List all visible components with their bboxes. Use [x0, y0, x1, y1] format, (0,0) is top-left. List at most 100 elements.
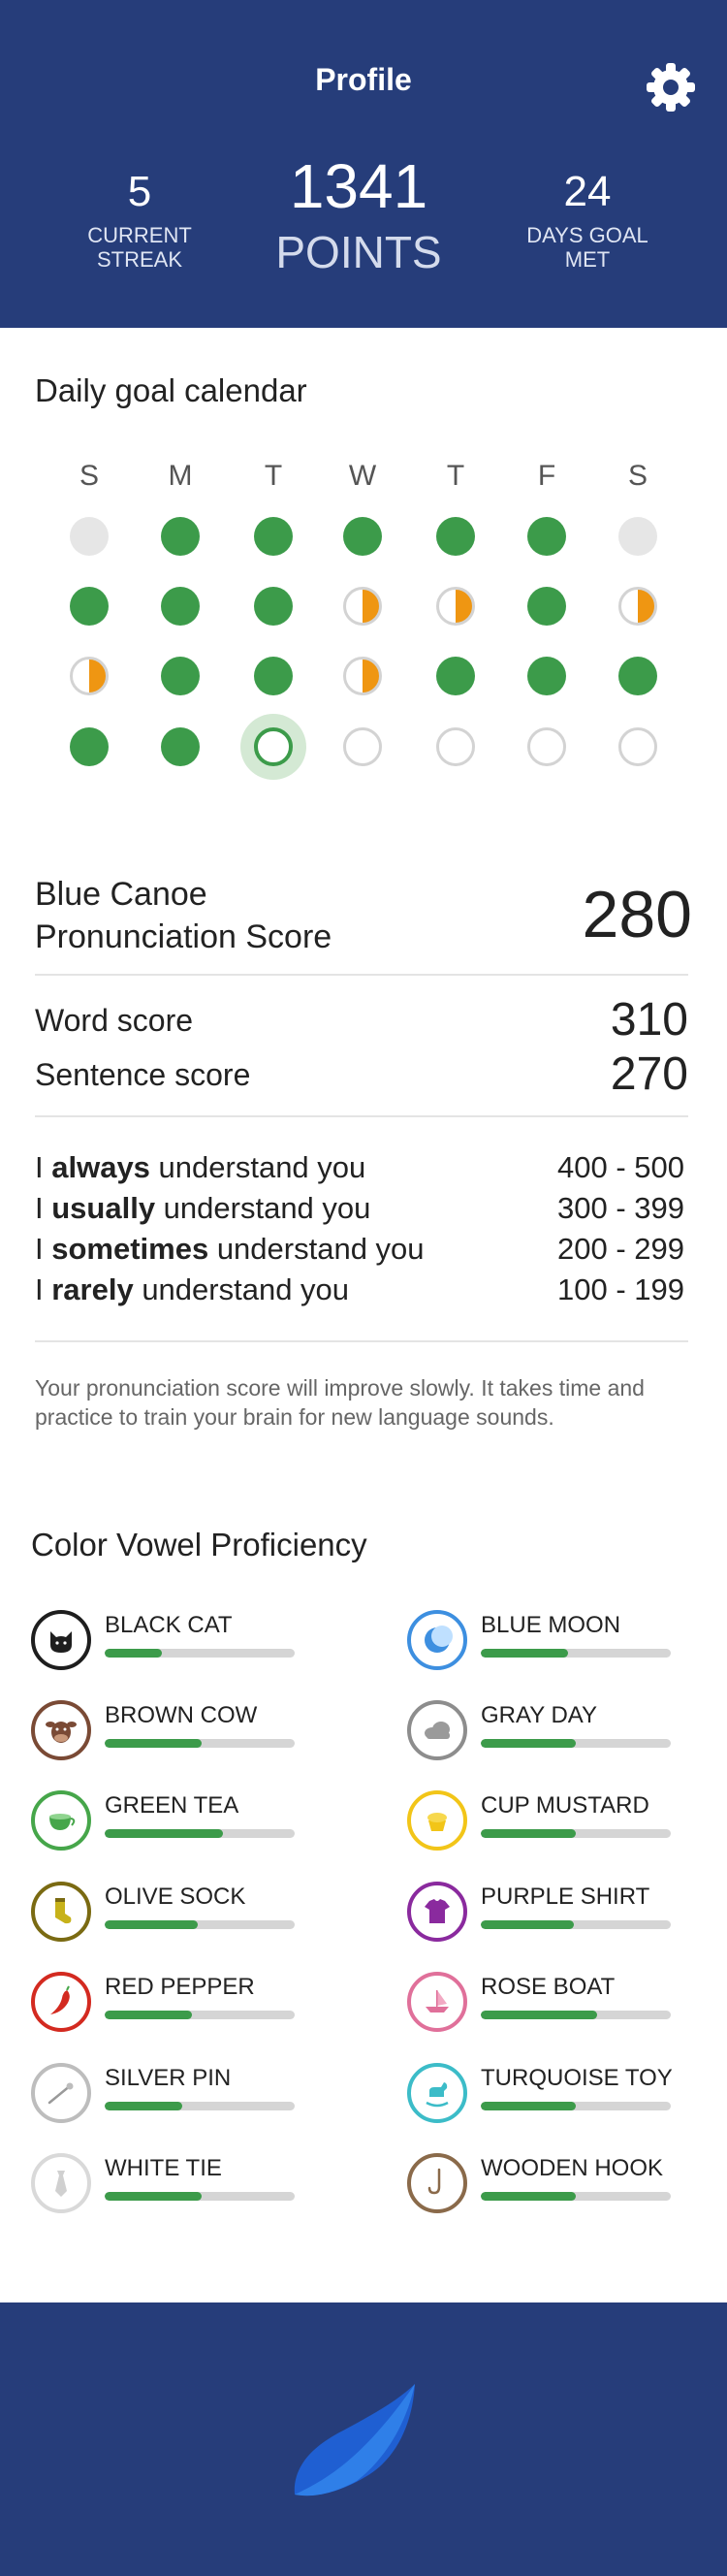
calendar-day-empty[interactable]: [618, 727, 657, 766]
vowel-progress-bar: [481, 2102, 671, 2110]
calendar-day-today[interactable]: [254, 727, 293, 766]
vowel-item-cup-mustard[interactable]: CUP MUSTARD: [407, 1790, 688, 1852]
vowel-item-turquoise-toy[interactable]: TURQUOISE TOY: [407, 2063, 688, 2125]
vowel-name: WHITE TIE: [105, 2155, 222, 2181]
calendar-day-full[interactable]: [254, 517, 293, 556]
vowel-progress-bar: [105, 2192, 295, 2201]
vowel-item-wooden-hook[interactable]: WOODEN HOOK: [407, 2153, 688, 2215]
calendar-day-full[interactable]: [527, 657, 566, 695]
calendar-day-full[interactable]: [161, 727, 200, 766]
points-label: POINTS: [275, 227, 442, 277]
vowel-progress-bar: [105, 1739, 295, 1748]
calendar-day-full[interactable]: [254, 657, 293, 695]
day-of-week-label: W: [348, 460, 377, 492]
level-label: I sometimes understand you: [35, 1232, 425, 1267]
vowel-name: SILVER PIN: [105, 2065, 232, 2091]
calendar-day-full[interactable]: [161, 517, 200, 556]
calendar-day-full[interactable]: [436, 517, 475, 556]
level-label-emphasis: rarely: [51, 1272, 134, 1306]
level-label-suffix: understand you: [149, 1150, 366, 1184]
calendar-day-empty[interactable]: [343, 727, 382, 766]
vowel-progress-fill: [481, 2192, 576, 2201]
calendar-day-half[interactable]: [618, 587, 657, 626]
vowel-progress-fill: [105, 1829, 223, 1838]
vowel-item-purple-shirt[interactable]: PURPLE SHIRT: [407, 1882, 688, 1944]
calendar-day-empty[interactable]: [527, 727, 566, 766]
vowel-name: PURPLE SHIRT: [481, 1884, 650, 1910]
level-label-emphasis: always: [51, 1150, 150, 1184]
vowel-progress-bar: [105, 2102, 295, 2110]
cow-icon: [31, 1700, 91, 1760]
vowel-item-green-tea[interactable]: GREEN TEA: [31, 1790, 312, 1852]
level-label-prefix: I: [35, 1232, 52, 1266]
points-value: 1341: [289, 151, 428, 221]
cloud-icon: [407, 1700, 467, 1760]
page-title: Profile: [315, 62, 412, 97]
vowel-progress-bar: [105, 2011, 295, 2019]
level-label: I always understand you: [35, 1150, 365, 1185]
calendar-day-half[interactable]: [343, 587, 382, 626]
points-stat: 1341 POINTS: [242, 155, 475, 278]
vowel-item-red-pepper[interactable]: RED PEPPER: [31, 1972, 312, 2034]
vowel-progress-fill: [481, 1649, 569, 1658]
calendar-day-full[interactable]: [436, 657, 475, 695]
pepper-icon: [31, 1972, 91, 2032]
calendar-day-full[interactable]: [343, 517, 382, 556]
day-of-week-label: F: [537, 460, 556, 492]
vowel-progress-fill: [481, 2102, 576, 2110]
vowel-name: TURQUOISE TOY: [481, 2065, 673, 2091]
calendar-day-full[interactable]: [618, 657, 657, 695]
level-label: I rarely understand you: [35, 1272, 349, 1307]
pronunciation-score-value: 280: [582, 878, 692, 951]
rocking-horse-icon: [407, 2063, 467, 2123]
vowel-item-rose-boat[interactable]: ROSE BOAT: [407, 1972, 688, 2034]
vowel-item-silver-pin[interactable]: SILVER PIN: [31, 2063, 312, 2125]
vowel-name: BLUE MOON: [481, 1612, 621, 1638]
level-label-prefix: I: [35, 1272, 52, 1306]
mustard-cup-icon: [407, 1790, 467, 1851]
day-of-week-label: T: [446, 460, 465, 492]
calendar-day-off[interactable]: [618, 517, 657, 556]
level-label-suffix: understand you: [208, 1232, 425, 1266]
calendar-day-full[interactable]: [254, 587, 293, 626]
level-range: 400 - 500: [557, 1150, 684, 1184]
vowel-item-olive-sock[interactable]: OLIVE SOCK: [31, 1882, 312, 1944]
level-range: 100 - 199: [557, 1272, 684, 1306]
vowel-progress-fill: [105, 2192, 202, 2201]
calendar-day-full[interactable]: [161, 587, 200, 626]
vowel-progress-bar: [481, 2192, 671, 2201]
vowel-progress-bar: [481, 1739, 671, 1748]
vowel-item-blue-moon[interactable]: BLUE MOON: [407, 1610, 688, 1672]
vowel-name: BLACK CAT: [105, 1612, 233, 1638]
vowel-name: OLIVE SOCK: [105, 1884, 246, 1910]
calendar-day-off[interactable]: [70, 517, 109, 556]
pronunciation-title-line2: Pronunciation Score: [35, 918, 332, 955]
level-label-prefix: I: [35, 1150, 52, 1184]
calendar-day-half[interactable]: [436, 587, 475, 626]
calendar-day-full[interactable]: [527, 587, 566, 626]
calendar-day-full[interactable]: [70, 587, 109, 626]
gear-icon[interactable]: [644, 60, 698, 114]
vowel-item-gray-day[interactable]: GRAY DAY: [407, 1700, 688, 1762]
canoe-logo-icon: [285, 2380, 421, 2506]
calendar-day-half[interactable]: [70, 657, 109, 695]
days-goal-met-stat: 24 DAYS GOAL MET: [510, 171, 665, 273]
calendar-day-half[interactable]: [343, 657, 382, 695]
boat-icon: [407, 1972, 467, 2032]
calendar-title: Daily goal calendar: [35, 372, 307, 408]
day-of-week-label: S: [79, 460, 99, 492]
calendar-day-full[interactable]: [161, 657, 200, 695]
level-label-emphasis: sometimes: [51, 1232, 209, 1266]
vowel-item-black-cat[interactable]: BLACK CAT: [31, 1610, 312, 1672]
calendar-day-empty[interactable]: [436, 727, 475, 766]
tie-icon: [31, 2153, 91, 2213]
cat-icon: [31, 1610, 91, 1670]
calendar-day-full[interactable]: [70, 727, 109, 766]
tea-cup-icon: [31, 1790, 91, 1851]
divider: [35, 974, 688, 976]
vowel-name: WOODEN HOOK: [481, 2155, 664, 2181]
calendar-day-full[interactable]: [527, 517, 566, 556]
vowel-name: ROSE BOAT: [481, 1974, 616, 2000]
vowel-item-white-tie[interactable]: WHITE TIE: [31, 2153, 312, 2215]
vowel-item-brown-cow[interactable]: BROWN COW: [31, 1700, 312, 1762]
